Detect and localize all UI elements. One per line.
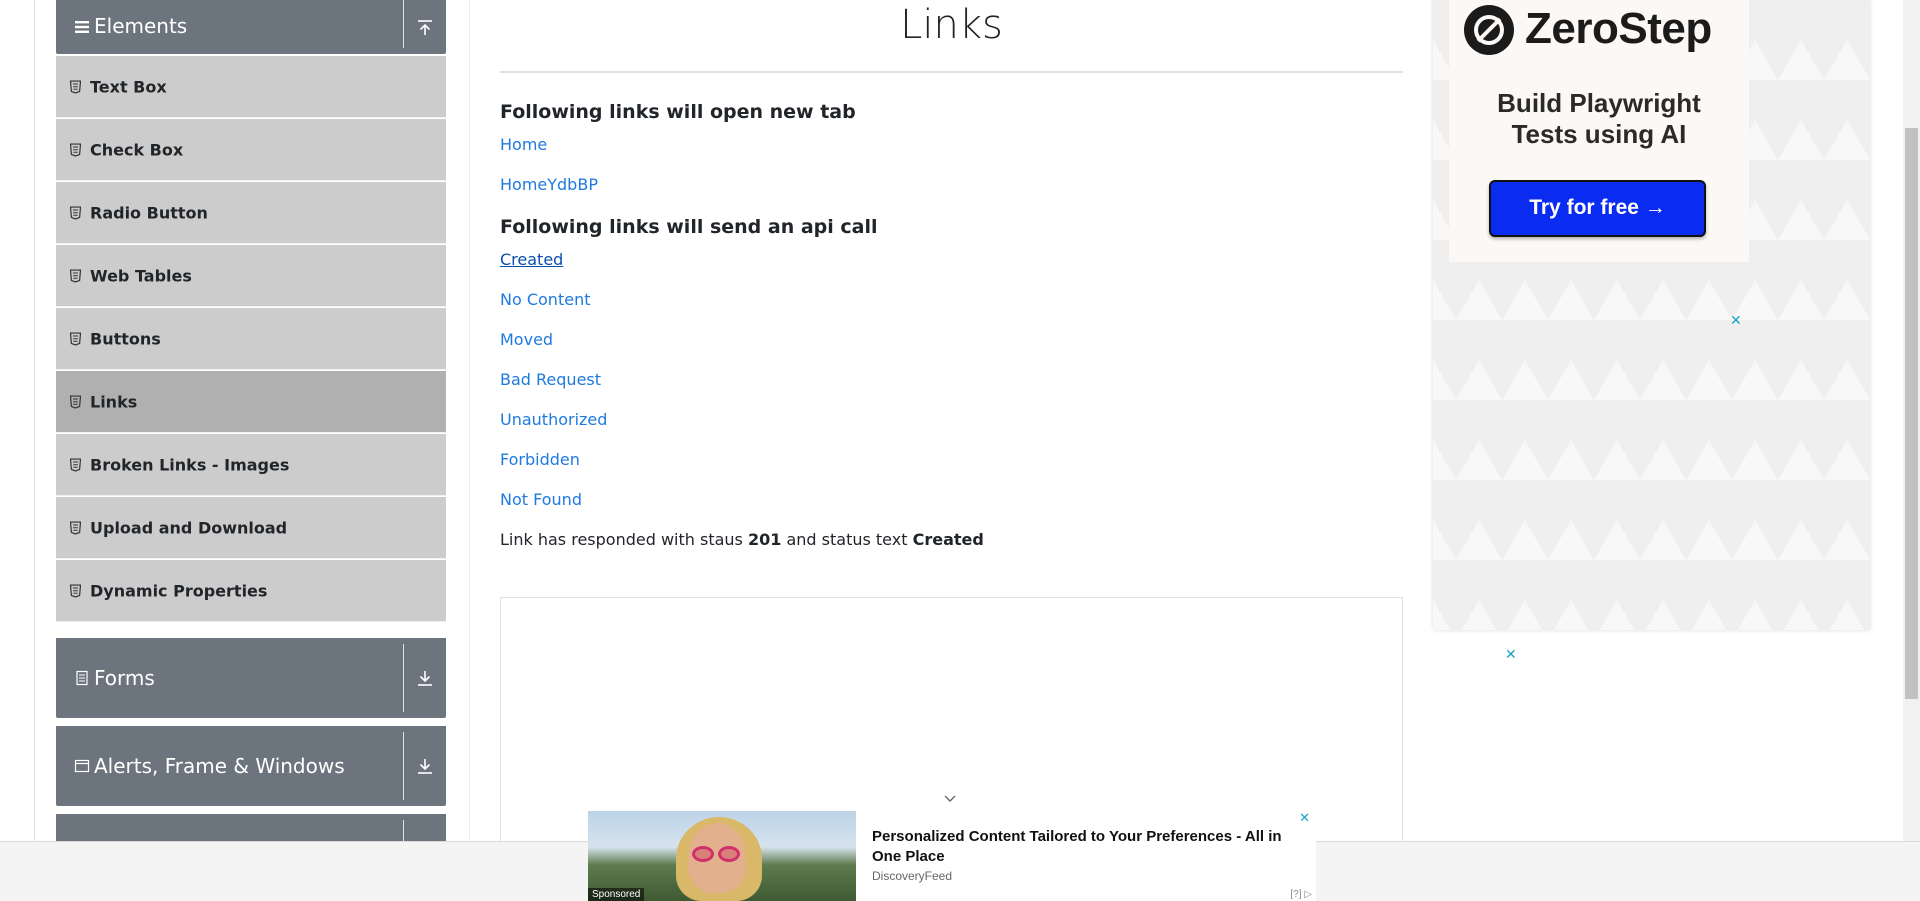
ad-tagline-line1: Build Playwright: [1497, 88, 1701, 118]
document-icon: [76, 670, 88, 686]
sidebar-item-label: Links: [90, 392, 138, 411]
page-scrollbar[interactable]: [1903, 0, 1920, 841]
sidebar-item-links[interactable]: Links: [56, 370, 446, 433]
close-icon[interactable]: ✕: [1505, 647, 1517, 663]
group-header-forms[interactable]: Forms: [56, 638, 446, 718]
response-prefix: Link has responded with staus: [500, 530, 743, 549]
upload-arrow-icon[interactable]: [414, 17, 436, 39]
ad-info-label: [?]: [1290, 889, 1302, 900]
html5-icon: [70, 395, 81, 408]
ad-info-icon[interactable]: [?] ▷: [1290, 889, 1312, 900]
header-divider: [403, 0, 404, 48]
link-unauthorized[interactable]: Unauthorized: [500, 410, 1403, 430]
content-divider: [469, 0, 470, 841]
sidebar-item-label: Web Tables: [90, 266, 192, 285]
link-bad-request[interactable]: Bad Request: [500, 370, 1403, 390]
group-label-elements: Elements: [94, 14, 188, 38]
chevron-down-icon[interactable]: [943, 794, 957, 804]
ad-image: Sponsored: [588, 811, 856, 901]
link-created[interactable]: Created: [500, 250, 1403, 270]
response-middle: and status text: [786, 530, 908, 549]
group-header-alerts[interactable]: Alerts, Frame & Windows: [56, 726, 446, 806]
zerostep-ad-card[interactable]: ZeroStep Build Playwright Tests using AI…: [1449, 0, 1749, 262]
sidebar: Elements Text Box Check Box Radio Button…: [56, 0, 446, 862]
html5-icon: [70, 206, 81, 219]
sidebar-item-label: Dynamic Properties: [90, 581, 268, 600]
ad-tagline-line2: Tests using AI: [1511, 119, 1687, 149]
header-divider: [403, 644, 404, 712]
link-not-found[interactable]: Not Found: [500, 490, 1403, 510]
response-status-text: Created: [912, 530, 984, 549]
main-content: Links Following links will open new tab …: [500, 0, 1403, 857]
group-header-elements[interactable]: Elements: [56, 0, 446, 54]
elements-menu-list: Text Box Check Box Radio Button Web Tabl…: [56, 55, 446, 622]
link-no-content[interactable]: No Content: [500, 290, 1403, 310]
sidebar-item-label: Check Box: [90, 140, 184, 159]
group-label-alerts: Alerts, Frame & Windows: [94, 754, 345, 778]
ad-tagline: Build Playwright Tests using AI: [1449, 88, 1749, 150]
sidebar-item-buttons[interactable]: Buttons: [56, 307, 446, 370]
download-arrow-icon[interactable]: [414, 755, 436, 777]
sidebar-item-web-tables[interactable]: Web Tables: [56, 244, 446, 307]
sticky-bottom-ad[interactable]: Sponsored Personalized Content Tailored …: [588, 811, 1316, 901]
html5-icon: [70, 332, 81, 345]
window-icon: [74, 759, 90, 773]
sponsored-label: Sponsored: [588, 888, 645, 901]
try-for-free-button[interactable]: Try for free →: [1489, 180, 1706, 237]
sidebar-item-label: Broken Links - Images: [90, 455, 290, 474]
new-tab-heading: Following links will open new tab: [500, 101, 856, 123]
link-home-dynamic[interactable]: HomeYdbBP: [500, 175, 1403, 195]
adchoices-icon: ▷: [1304, 889, 1312, 900]
sidebar-item-broken-links[interactable]: Broken Links - Images: [56, 433, 446, 496]
sidebar-item-label: Radio Button: [90, 203, 208, 222]
download-arrow-icon[interactable]: [414, 667, 436, 689]
sidebar-item-radio-button[interactable]: Radio Button: [56, 181, 446, 244]
close-icon[interactable]: ✕: [1730, 313, 1742, 329]
header-divider: [403, 732, 404, 800]
sidebar-item-label: Upload and Download: [90, 518, 288, 537]
close-icon[interactable]: ✕: [1299, 811, 1310, 826]
html5-icon: [70, 269, 81, 282]
link-moved[interactable]: Moved: [500, 330, 1403, 350]
sidebar-item-label: Buttons: [90, 329, 161, 348]
sidebar-item-label: Text Box: [90, 77, 167, 96]
side-ad[interactable]: ZeroStep Build Playwright Tests using AI…: [1433, 0, 1870, 630]
html5-icon: [70, 143, 81, 156]
sidebar-item-text-box[interactable]: Text Box: [56, 55, 446, 118]
link-response: Link has responded with staus 201 and st…: [500, 530, 1403, 549]
html5-icon: [70, 584, 81, 597]
sidebar-item-upload-download[interactable]: Upload and Download: [56, 496, 446, 559]
ad-headline[interactable]: Personalized Content Tailored to Your Pr…: [872, 827, 1312, 867]
ad-brand: ZeroStep: [1525, 4, 1712, 53]
response-status-code: 201: [747, 530, 782, 549]
sidebar-item-check-box[interactable]: Check Box: [56, 118, 446, 181]
ad-source: DiscoveryFeed: [872, 869, 953, 883]
html5-icon: [70, 521, 81, 534]
api-heading: Following links will send an api call: [500, 216, 878, 238]
sidebar-item-dynamic-properties[interactable]: Dynamic Properties: [56, 559, 446, 622]
page-title: Links: [500, 0, 1403, 73]
link-home[interactable]: Home: [500, 135, 1403, 155]
link-forbidden[interactable]: Forbidden: [500, 450, 1403, 470]
html5-icon: [70, 80, 81, 93]
html5-icon: [70, 458, 81, 471]
content-border-left: [34, 0, 35, 841]
group-label-forms: Forms: [94, 666, 155, 690]
zerostep-logo-icon: [1464, 5, 1514, 55]
menu-icon: [75, 21, 89, 33]
scrollbar-thumb[interactable]: [1905, 128, 1918, 699]
